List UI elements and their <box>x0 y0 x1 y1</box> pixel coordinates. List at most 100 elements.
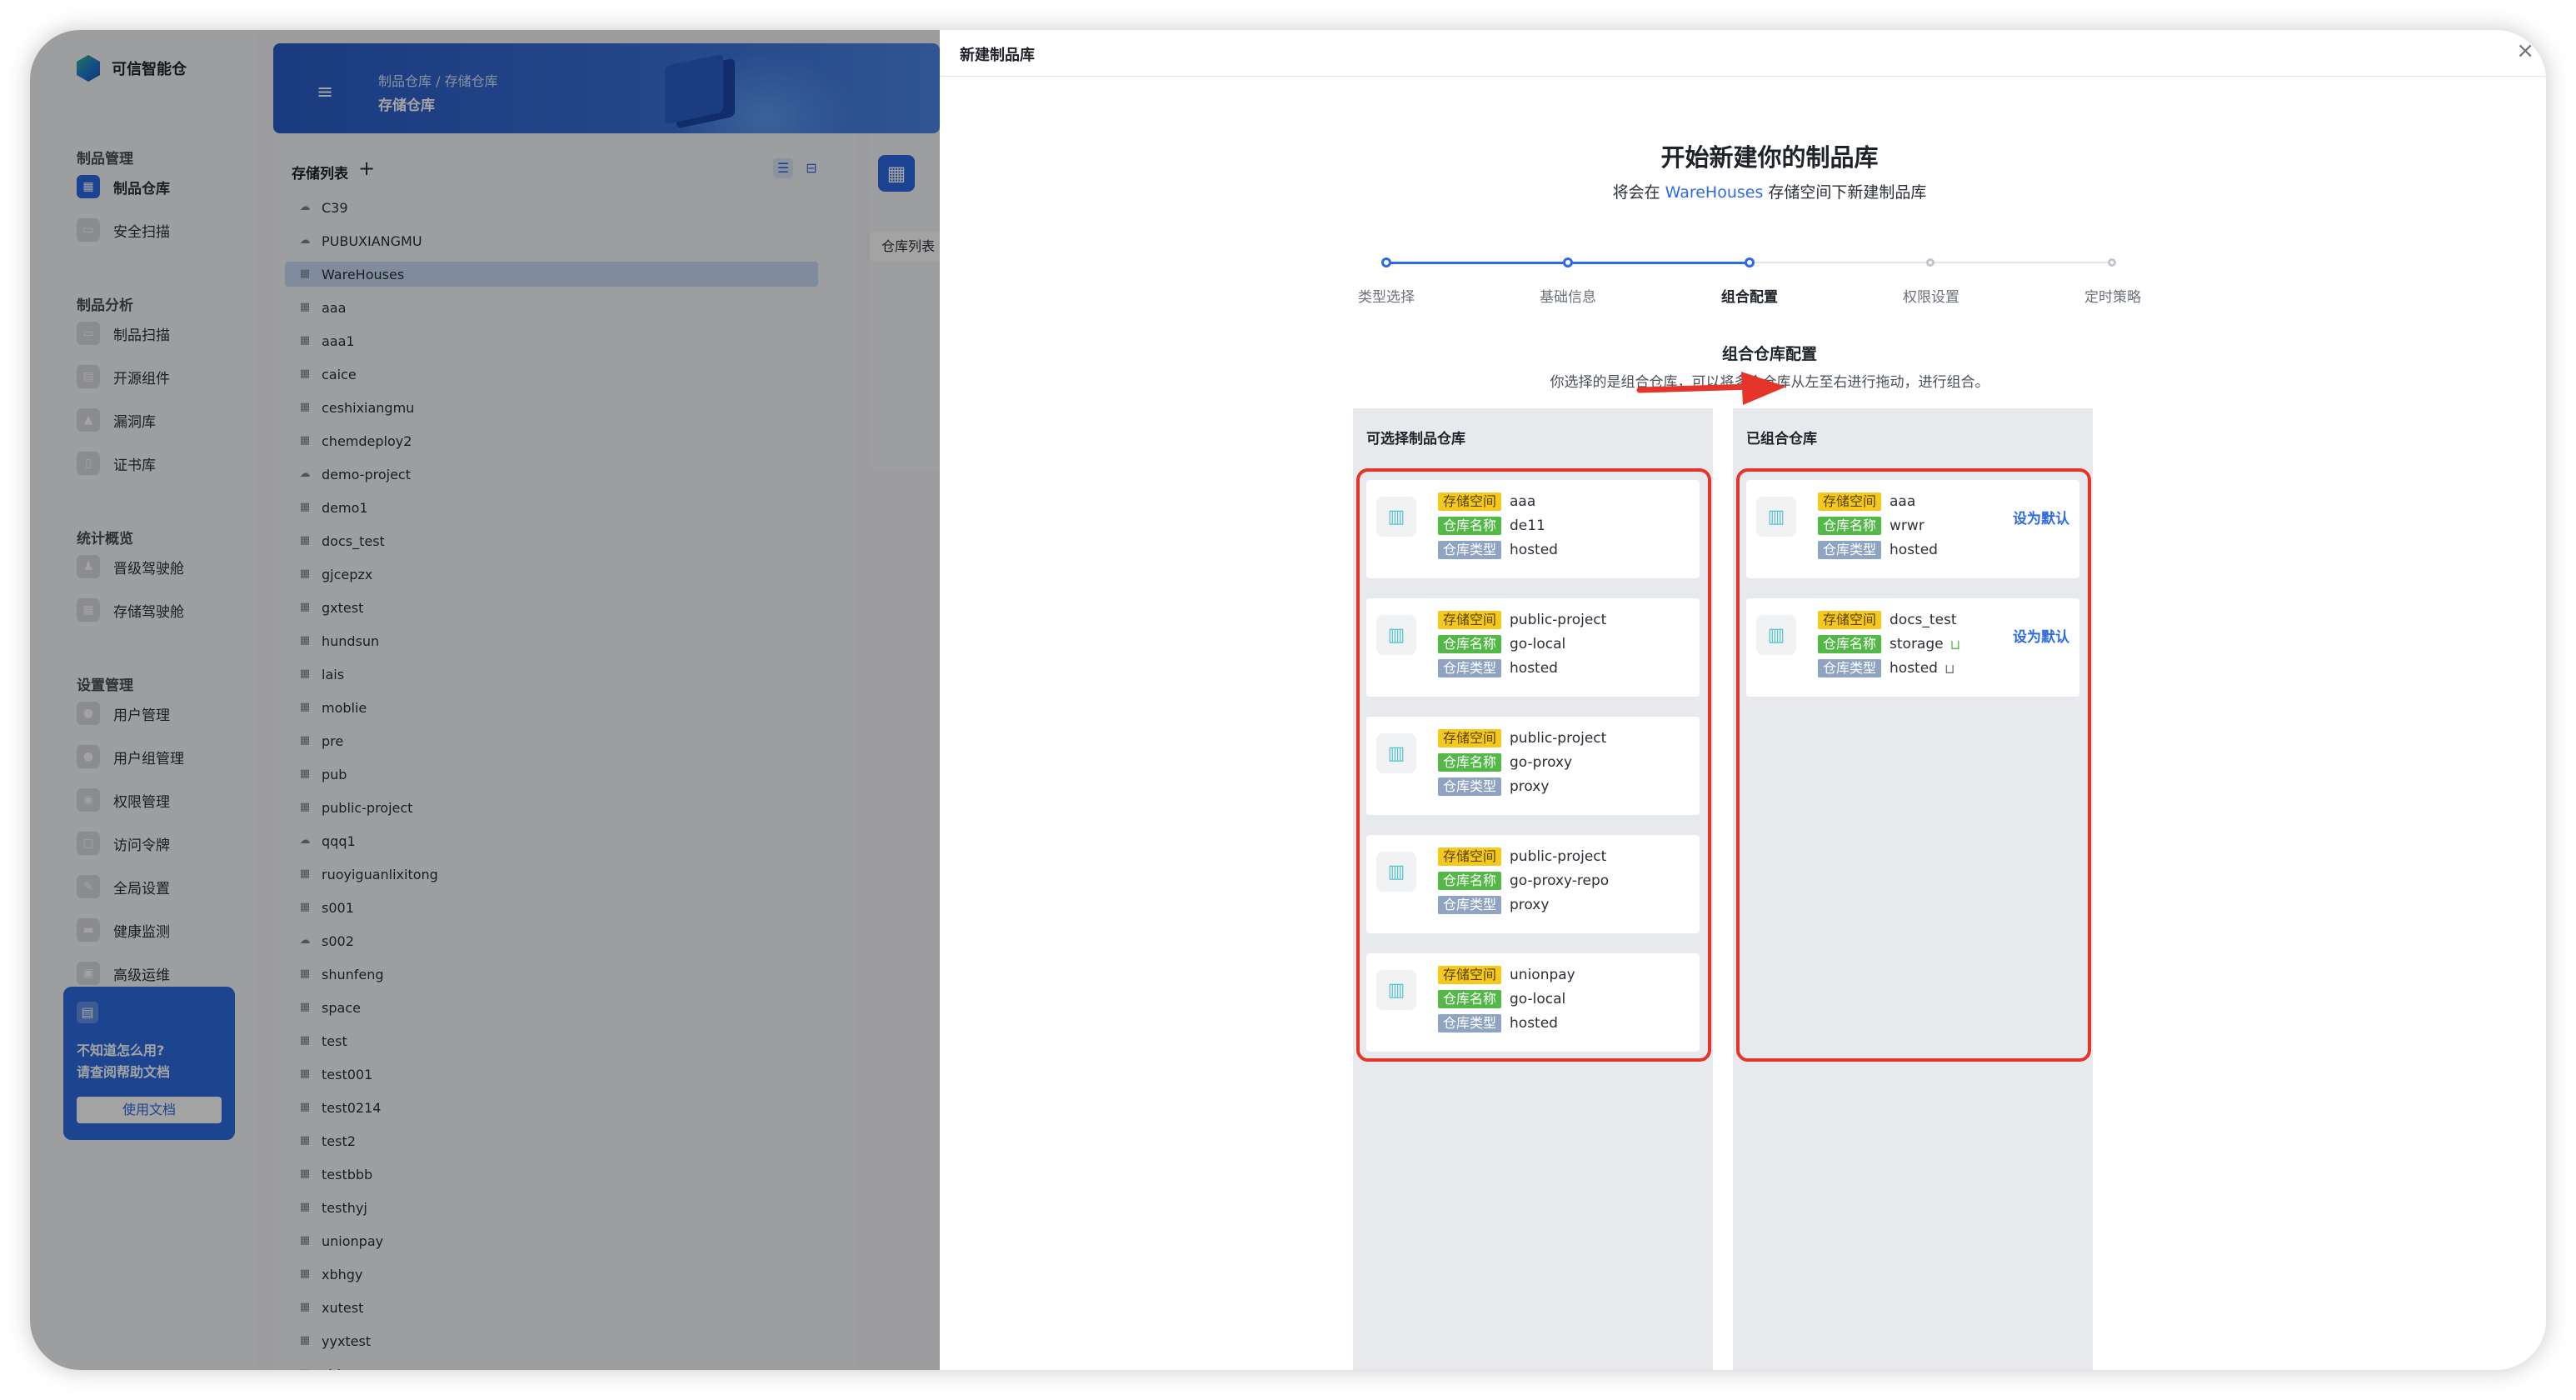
close-icon[interactable]: × <box>2516 38 2534 63</box>
step-connector <box>1750 262 1931 263</box>
repo-card[interactable]: ▥ 存储空间 aaa 仓库名称 wrwr 仓库类型 hosted 设为默认 <box>1746 480 2079 578</box>
step-label: 类型选择 <box>1358 289 1415 306</box>
repo-name-row: 仓库名称 storage ⊔ <box>1818 634 1960 654</box>
combined-repos-title: 已组合仓库 <box>1746 431 1817 448</box>
repo-space-tag: 存储空间 <box>1438 729 1502 748</box>
repo-type-value: proxy <box>1510 897 1550 913</box>
lock-icon[interactable]: ⊔ <box>1950 637 1960 652</box>
repo-space-row: 存储空间 public-project <box>1438 728 1606 748</box>
repo-name-row: 仓库名称 de11 <box>1438 516 1545 536</box>
repo-name-row: 仓库名称 go-local <box>1438 634 1565 654</box>
repo-space-value: public-project <box>1510 612 1607 628</box>
repo-type-tag: 仓库类型 <box>1438 541 1502 559</box>
create-repo-drawer: 新建制品库 × 开始新建你的制品库 将会在 WareHouses 存储空间下新建… <box>940 30 2546 1370</box>
repo-bucket-icon: ▥ <box>1376 970 1416 1010</box>
modal-overlay[interactable] <box>30 30 940 1370</box>
repo-card[interactable]: ▥ 存储空间 unionpay 仓库名称 go-local 仓库类型 hosted <box>1366 953 1700 1052</box>
repo-card[interactable]: ▥ 存储空间 public-project 仓库名称 go-local 仓库类型 hoste… <box>1366 598 1700 697</box>
repo-space-row: 存储空间 unionpay <box>1438 965 1575 985</box>
repo-space-row: 存储空间 aaa <box>1438 492 1535 512</box>
repo-name-row: 仓库名称 go-proxy-repo <box>1438 871 1609 891</box>
step-connector <box>1568 262 1750 264</box>
repo-type-value: hosted <box>1890 542 1938 558</box>
repo-type-tag: 仓库类型 <box>1818 659 1882 678</box>
repo-type-row: 仓库类型 proxy <box>1438 777 1549 797</box>
repo-name-tag: 仓库名称 <box>1438 517 1502 535</box>
repo-type-row: 仓库类型 hosted ⊔ <box>1818 658 1954 678</box>
repo-card[interactable]: ▥ 存储空间 public-project 仓库名称 go-proxy 仓库类型 proxy <box>1366 717 1700 815</box>
step-dot <box>1926 258 1934 267</box>
repo-name-tag: 仓库名称 <box>1818 517 1882 535</box>
subtitle-prefix: 将会在 <box>1612 183 1665 202</box>
repo-bucket-icon: ▥ <box>1756 497 1796 537</box>
subtitle-suffix: 存储空间下新建制品库 <box>1763 183 1927 202</box>
repo-name-value: go-local <box>1510 991 1566 1008</box>
step-dot <box>1563 258 1573 268</box>
lock-icon[interactable]: ⊔ <box>1944 661 1954 677</box>
repo-type-tag: 仓库类型 <box>1438 659 1502 678</box>
repo-space-value: unionpay <box>1510 967 1575 983</box>
repo-bucket-icon: ▥ <box>1376 615 1416 655</box>
storage-space-link[interactable]: WareHouses <box>1665 183 1764 202</box>
set-default-button[interactable]: 设为默认 <box>2013 507 2069 528</box>
repo-type-row: 仓库类型 hosted <box>1438 540 1558 560</box>
repo-name-tag: 仓库名称 <box>1438 990 1502 1008</box>
config-title: 组合仓库配置 <box>1721 345 1817 363</box>
drawer-header: 新建制品库 × <box>940 30 2546 77</box>
step-connector <box>1931 262 2113 263</box>
repo-card[interactable]: ▥ 存储空间 docs_test 仓库名称 storage ⊔ 仓库类型 hosted ⊔ 设为默… <box>1746 598 2079 697</box>
repo-name-row: 仓库名称 wrwr <box>1818 516 1925 536</box>
repo-space-tag: 存储空间 <box>1438 492 1502 511</box>
repo-card[interactable]: ▥ 存储空间 aaa 仓库名称 de11 仓库类型 hosted <box>1366 480 1700 578</box>
repo-space-value: docs_test <box>1890 612 1957 628</box>
repo-space-row: 存储空间 public-project <box>1438 610 1606 630</box>
repo-type-value: proxy <box>1510 778 1550 795</box>
repo-name-value: de11 <box>1510 518 1545 534</box>
step-label: 定时策略 <box>2084 289 2141 306</box>
step-label: 基础信息 <box>1540 289 1596 306</box>
step-dot <box>1381 258 1391 268</box>
repo-space-tag: 存储空间 <box>1438 848 1502 866</box>
repo-space-tag: 存储空间 <box>1438 966 1502 984</box>
repo-space-tag: 存储空间 <box>1438 611 1502 629</box>
repo-type-tag: 仓库类型 <box>1438 778 1502 796</box>
repo-space-tag: 存储空间 <box>1818 611 1882 629</box>
step-label: 权限设置 <box>1903 289 1959 306</box>
repo-space-row: 存储空间 public-project <box>1438 847 1606 867</box>
repo-name-tag: 仓库名称 <box>1438 635 1502 653</box>
repo-space-row: 存储空间 docs_test <box>1818 610 1957 630</box>
repo-name-value: go-proxy-repo <box>1510 872 1610 889</box>
repo-card[interactable]: ▥ 存储空间 public-project 仓库名称 go-proxy-repo 仓库类型… <box>1366 835 1700 933</box>
repo-space-value: public-project <box>1510 730 1607 747</box>
drag-direction-arrow-icon <box>1636 372 1786 405</box>
repo-type-tag: 仓库类型 <box>1818 541 1882 559</box>
repo-type-value: hosted <box>1890 660 1938 677</box>
set-default-button[interactable]: 设为默认 <box>2013 625 2069 646</box>
repo-bucket-icon: ▥ <box>1376 733 1416 773</box>
repo-name-tag: 仓库名称 <box>1438 872 1502 890</box>
repo-name-value: go-local <box>1510 636 1566 652</box>
step-label: 组合配置 <box>1721 289 1778 306</box>
available-repos-title: 可选择制品仓库 <box>1366 431 1465 448</box>
drawer-title: 新建制品库 <box>960 47 1035 64</box>
repo-name-tag: 仓库名称 <box>1818 635 1882 653</box>
repo-name-row: 仓库名称 go-local <box>1438 989 1565 1009</box>
repo-space-value: public-project <box>1510 848 1607 865</box>
repo-type-value: hosted <box>1510 542 1558 558</box>
step-dot <box>2108 258 2116 267</box>
repo-name-value: wrwr <box>1890 518 1925 534</box>
repo-type-tag: 仓库类型 <box>1438 1014 1502 1032</box>
repo-name-tag: 仓库名称 <box>1438 753 1502 772</box>
wizard-heading: 开始新建你的制品库 <box>1660 143 1879 172</box>
app-window: 可信智能仓 制品管理 ▦ 制品仓库 ▭ 安全扫描 制品分析 ▭ 制品扫描 ▤ 开源组件 ▲ 漏洞库 ▯ 证… <box>30 30 2546 1370</box>
repo-name-value: storage <box>1890 636 1944 652</box>
repo-bucket-icon: ▥ <box>1756 615 1796 655</box>
step-connector <box>1386 262 1568 264</box>
step-dot <box>1745 258 1755 268</box>
repo-type-value: hosted <box>1510 660 1558 677</box>
repo-type-row: 仓库类型 hosted <box>1438 1013 1558 1033</box>
repo-type-row: 仓库类型 hosted <box>1818 540 1938 560</box>
repo-space-value: aaa <box>1510 493 1536 510</box>
repo-type-tag: 仓库类型 <box>1438 896 1502 914</box>
repo-type-value: hosted <box>1510 1015 1558 1032</box>
